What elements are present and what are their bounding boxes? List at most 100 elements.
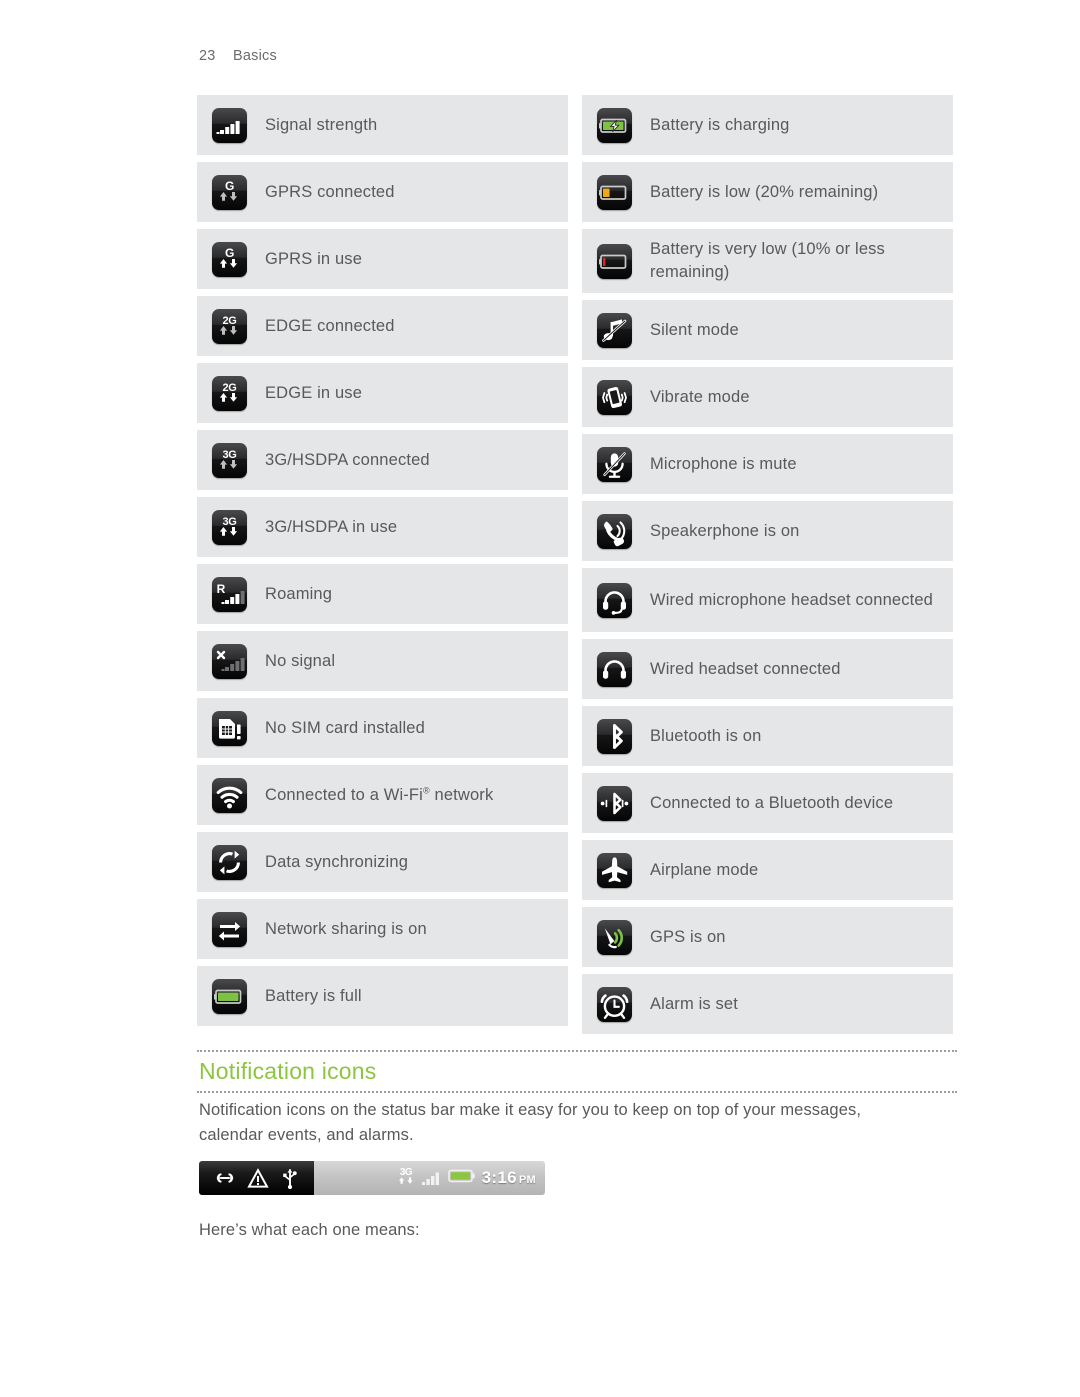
battery-low-icon: [597, 174, 632, 210]
airplane-mode-icon: [597, 852, 632, 888]
status-icon-label: EDGE in use: [265, 383, 363, 402]
warning-triangle-icon: [247, 1167, 270, 1189]
status-icon-row: Connected to a Bluetooth device: [582, 773, 953, 833]
page-number: 23: [199, 48, 216, 64]
status-icon-label: No signal: [265, 651, 336, 670]
status-icon-row: Network sharing is on: [197, 899, 568, 959]
battery-charging-icon: [597, 107, 632, 143]
status-icon-label: Signal strength: [265, 115, 378, 134]
svg-text:G: G: [225, 246, 234, 260]
wired-mic-headset-icon: [597, 582, 632, 618]
silent-mode-icon: [597, 312, 632, 348]
battery-full-icon: [447, 1168, 476, 1189]
status-icon-row: Alarm is set: [582, 974, 953, 1034]
section-outro-paragraph: Here’s what each one means:: [199, 1221, 420, 1239]
status-icon-label: GPRS connected: [265, 182, 395, 201]
status-icon-row: No SIM card installed: [197, 698, 568, 758]
status-icon-row: Data synchronizing: [197, 832, 568, 892]
status-icon-label: Silent mode: [650, 320, 739, 339]
status-icon-label: Airplane mode: [650, 860, 759, 879]
status-icon-row: R Roaming: [197, 564, 568, 624]
section-heading-block: Notification icons: [197, 1050, 957, 1093]
gps-on-icon: [597, 919, 632, 955]
wired-headset-icon: [597, 651, 632, 687]
status-bar-figure: 3G 3:16 PM: [199, 1161, 545, 1195]
status-icon-label: GPRS in use: [265, 249, 363, 268]
clock-ampm: PM: [518, 1174, 536, 1186]
status-icon-label: GPS is on: [650, 927, 726, 946]
status-icon-row: Wired microphone headset connected: [582, 568, 953, 632]
status-icon-row: Silent mode: [582, 300, 953, 360]
status-icon-row: Battery is charging: [582, 95, 953, 155]
vibrate-mode-icon: [597, 379, 632, 415]
status-icon-row: 2G EDGE in use: [197, 363, 568, 423]
status-icon-row: Speakerphone is on: [582, 501, 953, 561]
status-icon-row: Airplane mode: [582, 840, 953, 900]
gprs-connected-icon: G: [212, 174, 247, 210]
svg-text:2G: 2G: [222, 315, 236, 327]
wifi-connected-icon: [212, 777, 247, 813]
status-icon-label: Connected to a Wi-Fi® network: [247, 784, 499, 807]
status-icon-row: G GPRS in use: [197, 229, 568, 289]
status-icon-label: Wired headset connected: [650, 659, 841, 678]
battery-full-icon: [212, 978, 247, 1014]
status-icon-label: Vibrate mode: [650, 387, 750, 406]
usb-icon: [281, 1168, 299, 1189]
clock-time: 3:16: [481, 1168, 517, 1187]
status-icon-label: Alarm is set: [650, 994, 738, 1013]
status-icon-label: Battery is charging: [650, 115, 790, 134]
status-icon-label: EDGE connected: [265, 316, 395, 335]
status-icon-label: Battery is very low (10% or less remaini…: [650, 240, 885, 281]
status-icon-label: No SIM card installed: [265, 718, 425, 737]
dotted-rule-bottom: [197, 1090, 957, 1093]
svg-text:3G: 3G: [222, 449, 236, 461]
status-icon-label: Roaming: [265, 584, 333, 603]
status-icon-label: Speakerphone is on: [650, 521, 800, 540]
status-icon-label: Connected to a Bluetooth device: [650, 793, 894, 812]
section-intro-paragraph: Notification icons on the status bar mak…: [199, 1101, 862, 1145]
status-icon-row: Connected to a Wi-Fi® network: [197, 765, 568, 825]
status-icon-label: 3G/HSDPA in use: [265, 517, 398, 536]
status-icon-label-lead: Connected to a Wi-Fi: [265, 785, 423, 804]
microphone-mute-icon: [597, 446, 632, 482]
status-icon-label: Bluetooth is on: [650, 726, 762, 745]
signal-strength-icon: [421, 1166, 443, 1191]
status-icon-row: 2G EDGE connected: [197, 296, 568, 356]
hsdpa-in-use-icon: 3G: [396, 1164, 416, 1193]
status-icon-column-right: Battery is charging Battery is low (20% r…: [582, 95, 953, 1041]
bluetooth-connected-icon: [597, 785, 632, 821]
status-bar-clock: 3:16 PM: [482, 1168, 536, 1188]
status-bar-icon-group: 3G: [396, 1164, 476, 1193]
registered-trademark-mark: ®: [422, 785, 430, 796]
svg-text:G: G: [225, 179, 234, 193]
gprs-in-use-icon: G: [212, 241, 247, 277]
no-signal-icon: [212, 643, 247, 679]
status-icon-row: Bluetooth is on: [582, 706, 953, 766]
hsdpa-connected-icon: 3G: [212, 442, 247, 478]
svg-text:R: R: [217, 582, 226, 596]
link-icon: [214, 1168, 236, 1188]
svg-text:2G: 2G: [222, 382, 236, 394]
status-icon-row: Wired headset connected: [582, 639, 953, 699]
signal-strength-icon: [212, 107, 247, 143]
status-icon-row: Battery is low (20% remaining): [582, 162, 953, 222]
status-icon-column-left: Signal strength G GPRS connected G GPRS in u…: [197, 95, 568, 1033]
alarm-set-icon: [597, 986, 632, 1022]
status-icon-label: Battery is low (20% remaining): [650, 182, 879, 201]
status-icon-label: Data synchronizing: [265, 852, 409, 871]
running-header: 23 Basics: [199, 48, 277, 64]
svg-text:3G: 3G: [222, 516, 236, 528]
status-icon-row: 3G 3G/HSDPA in use: [197, 497, 568, 557]
battery-very-low-icon: [597, 243, 632, 279]
edge-connected-icon: 2G: [212, 308, 247, 344]
status-icon-row: Signal strength: [197, 95, 568, 155]
status-icon-row: Microphone is mute: [582, 434, 953, 494]
status-icon-row: Battery is full: [197, 966, 568, 1026]
status-bar-status-area: 3G 3:16 PM: [314, 1161, 545, 1195]
dotted-rule-top: [197, 1050, 957, 1052]
edge-in-use-icon: 2G: [212, 375, 247, 411]
section-name: Basics: [233, 48, 277, 64]
status-icon-row: G GPRS connected: [197, 162, 568, 222]
status-icon-label: 3G/HSDPA connected: [265, 450, 430, 469]
status-icon-label: Network sharing is on: [265, 919, 427, 938]
